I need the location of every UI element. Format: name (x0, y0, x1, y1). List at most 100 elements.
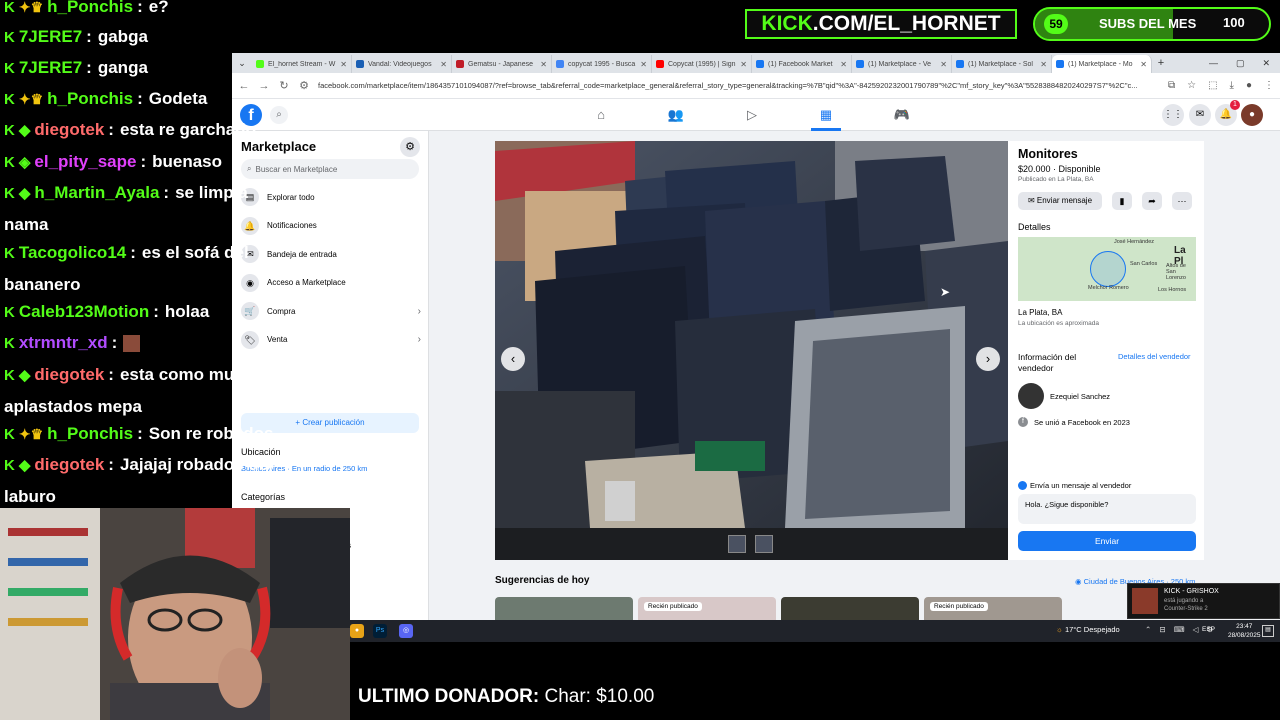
browser-tab[interactable]: (1) Marketplace - Mo ✕ (1052, 55, 1152, 73)
downloads-icon[interactable]: ⤓ (1230, 80, 1234, 91)
close-tab-icon[interactable]: ✕ (840, 60, 847, 69)
browser-tab[interactable]: Copycat (1995) | Sign ✕ (652, 55, 752, 73)
location-map[interactable]: José Hernández San Carlos Altos de San L… (1018, 237, 1196, 301)
kick-logo-text: KICK (761, 12, 813, 35)
listing-photo[interactable]: ‹ › ➤ (495, 141, 1008, 528)
close-tab-icon[interactable]: ✕ (940, 60, 947, 69)
minimize-icon[interactable]: — (1209, 58, 1218, 69)
menu-grid-icon[interactable]: ⋮⋮ (1162, 104, 1184, 126)
chat-message: K ◆ diegotek: esta re garchado (4, 114, 296, 146)
browser-tab[interactable]: (1) Marketplace - Sol ✕ (952, 55, 1052, 73)
send-button[interactable]: Enviar (1018, 531, 1196, 551)
kick-badge-icon: K (4, 122, 15, 139)
home-icon[interactable]: ⌂ (586, 105, 616, 125)
seller-name[interactable]: Ezequiel Sanchez (1050, 392, 1110, 401)
avatar[interactable]: ● (1241, 104, 1263, 126)
more-options-button[interactable]: ⋯ (1172, 192, 1192, 210)
kick-badge-icon: K (4, 185, 15, 202)
suggestion-card[interactable] (781, 597, 919, 620)
chat-username[interactable]: Caleb123Motion (19, 302, 149, 321)
photo-thumbnail[interactable] (755, 535, 773, 553)
kick-notification-popup[interactable]: KICK - GRISHOX está jugando a Counter-St… (1127, 583, 1280, 619)
browser-tab[interactable]: (1) Marketplace - Ve ✕ (852, 55, 952, 73)
chat-username[interactable]: h_Ponchis (47, 0, 133, 16)
map-radius-circle (1090, 251, 1126, 287)
clock-date: 28/08/2025 (1228, 632, 1261, 639)
chat-username[interactable]: h_Ponchis (47, 424, 133, 443)
chat-username[interactable]: diegotek (34, 455, 104, 474)
profile-icon[interactable]: ● (1246, 80, 1252, 91)
send-message-button[interactable]: ✉ Enviar mensaje (1018, 192, 1102, 210)
menu-icon[interactable]: ⋮ (1264, 80, 1274, 91)
close-tab-icon[interactable]: ✕ (540, 60, 547, 69)
close-tab-icon[interactable]: ✕ (1040, 60, 1047, 69)
chrome-icon[interactable]: ● (350, 624, 364, 638)
kick-badge-icon: K (4, 304, 15, 321)
browser-tab[interactable]: Vandal: Videojuegos ✕ (352, 55, 452, 73)
extensions-icon[interactable]: ⬚ (1208, 80, 1217, 91)
seller-details-link[interactable]: Detalles del vendedor (1118, 352, 1191, 361)
share-button[interactable]: ➦ (1142, 192, 1162, 210)
chat-message: K 7JERE7: gabga (4, 21, 296, 53)
gear-icon[interactable]: ⚙ (400, 137, 420, 157)
clock[interactable]: 23:47 28/08/2025 (1228, 622, 1261, 640)
kick-badge-icon: K (4, 457, 15, 474)
new-tab-button[interactable]: + (1152, 57, 1170, 69)
chat-username[interactable]: 7JERE7 (19, 27, 82, 46)
install-icon[interactable]: ⧉ (1168, 80, 1175, 91)
close-tab-icon[interactable]: ✕ (340, 60, 347, 69)
messenger-icon[interactable]: ✉ (1189, 104, 1211, 126)
chat-username[interactable]: 7JERE7 (19, 58, 82, 77)
close-tab-icon[interactable]: ✕ (440, 60, 447, 69)
weather-widget[interactable]: ☼ 17°C Despejado (1056, 625, 1120, 634)
marketplace-icon[interactable]: ▦ (811, 105, 841, 131)
close-window-icon[interactable]: ✕ (1262, 58, 1270, 69)
video-icon[interactable]: ▷ (737, 105, 767, 125)
suggestion-card[interactable]: Recién publicado (638, 597, 776, 620)
chat-username[interactable]: Tacogolico14 (19, 243, 126, 262)
chat-message: Kxtrmntr_xd: (4, 327, 296, 359)
tab-label: copycat 1995 - Busca (568, 60, 636, 68)
facebook-header: f ⌕ ⌂ 👥 ▷ ▦ 🎮 ⋮⋮ ✉ 🔔 1 ● (232, 99, 1280, 131)
gaming-icon[interactable]: 🎮 (887, 105, 917, 125)
url-field[interactable]: facebook.com/marketplace/item/1864357101… (318, 81, 1160, 90)
app-icon[interactable]: ◎ (399, 624, 413, 638)
suggestion-card[interactable] (495, 597, 633, 620)
send-message-heading: Envía un mensaje al vendedor (1030, 481, 1132, 490)
browser-tab[interactable]: copycat 1995 - Busca ✕ (552, 55, 652, 73)
mouse-cursor-icon: ➤ (940, 285, 951, 299)
save-bookmark-button[interactable]: ▮ (1112, 192, 1132, 210)
suggestion-card[interactable]: Recién publicado (924, 597, 1062, 620)
close-tab-icon[interactable]: ✕ (640, 60, 647, 69)
tab-favicon-icon (856, 60, 864, 68)
chat-username[interactable]: xtrmntr_xd (19, 333, 108, 352)
notification-center-icon[interactable]: ▤ (1262, 625, 1274, 637)
chat-username[interactable]: el_pity_sape (34, 152, 136, 171)
stream-screen: ⌄ El_hornet Stream - W ✕ Vandal: Videojueg… (0, 0, 1280, 720)
stream-chat: K ✦♛ h_Ponchis: e? K 7JERE7: gabga K 7JERE7: gang… (0, 0, 300, 508)
crown-badge-icon: ✦♛ (18, 0, 44, 15)
photo-thumbnails (495, 528, 1008, 560)
maximize-icon[interactable]: ▢ (1236, 58, 1245, 69)
chat-username[interactable]: h_Martin_Ayala (34, 183, 159, 202)
chevron-right-icon: › (417, 305, 421, 317)
close-tab-icon[interactable]: ✕ (740, 60, 747, 69)
browser-tab[interactable]: (1) Facebook Market ✕ (752, 55, 852, 73)
chat-separator: : (86, 58, 92, 77)
photoshop-icon[interactable]: Ps (373, 624, 387, 638)
seller-avatar[interactable] (1018, 383, 1044, 409)
browser-tab[interactable]: Gematsu - Japanese ✕ (452, 55, 552, 73)
message-input[interactable]: Hola. ¿Sigue disponible? (1018, 494, 1196, 524)
chat-separator: : (140, 152, 147, 171)
previous-photo-button[interactable]: ‹ (501, 347, 525, 371)
next-photo-button[interactable]: › (976, 347, 1000, 371)
bookmark-star-icon[interactable]: ☆ (1187, 80, 1196, 91)
language-indicator[interactable]: ESP (1202, 626, 1215, 633)
photo-thumbnail[interactable] (728, 535, 746, 553)
chat-username[interactable]: diegotek (34, 120, 104, 139)
close-tab-icon[interactable]: ✕ (1140, 60, 1147, 69)
chat-username[interactable]: diegotek (34, 365, 104, 384)
subs-label: SUBS DEL MES (1099, 16, 1197, 31)
chat-username[interactable]: h_Ponchis (47, 89, 133, 108)
friends-icon[interactable]: 👥 (661, 105, 691, 125)
